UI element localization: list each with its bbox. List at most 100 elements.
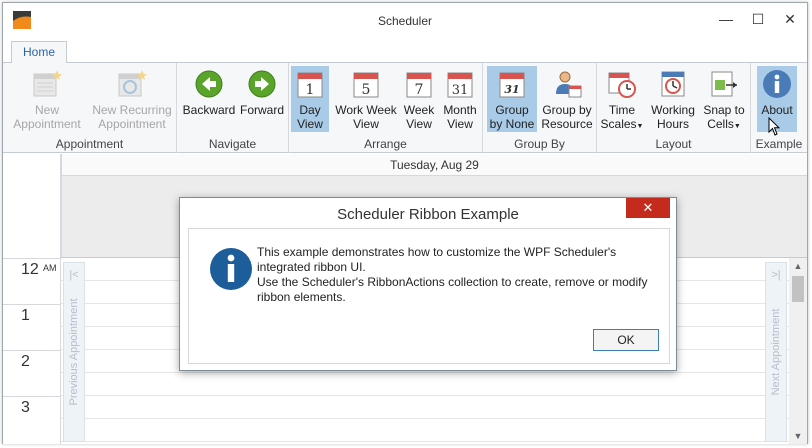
ribbon-group-layout: Time Scales▼ Working Hours Snap to Cells… <box>597 63 751 153</box>
day-view-button[interactable]: 1 Day View <box>291 66 329 132</box>
hour-label: 1 <box>3 304 61 350</box>
hour-number: 3 <box>21 399 30 416</box>
window-title: Scheduler <box>377 14 433 28</box>
group-label-navigate: Navigate <box>208 137 257 151</box>
maximize-button[interactable]: ☐ <box>743 7 773 31</box>
group-by-resource-icon <box>556 71 582 98</box>
scroll-up-icon[interactable]: ▲ <box>789 258 807 274</box>
month-view-label-2: View <box>447 117 473 131</box>
backward-button[interactable]: Backward <box>181 66 237 132</box>
title-bar: Scheduler — ☐ ✕ <box>3 3 807 39</box>
day-view-label-1: Day <box>299 103 321 117</box>
info-icon <box>763 70 791 98</box>
minimize-icon: — <box>719 11 733 27</box>
calendar-month-badge: 31 <box>452 83 469 98</box>
group-label-layout: Layout <box>655 137 692 151</box>
ribbon-group-group-by: 31 Group by None Group by Resource Group… <box>483 63 597 153</box>
dialog-close-button[interactable]: ✕ <box>626 198 670 218</box>
calendar-work-week-icon: 5 <box>353 72 379 98</box>
forward-arrow-icon <box>248 70 276 98</box>
hour-label: 2 <box>3 350 61 396</box>
working-hours-button[interactable]: Working Hours <box>647 66 699 132</box>
working-hours-label-2: Hours <box>656 117 689 131</box>
chevron-down-icon: ▼ <box>733 123 741 130</box>
mouse-cursor-icon <box>768 117 781 136</box>
week-view-label-1: Week <box>403 103 435 117</box>
hour-ampm: AM <box>43 263 57 273</box>
week-view-button[interactable]: 7 Week View <box>399 66 439 132</box>
hour-number: 12 <box>21 261 39 278</box>
hour-number: 2 <box>21 353 30 370</box>
group-by-none-button[interactable]: 31 Group by None <box>487 66 537 132</box>
new-appointment-label-1: New <box>34 103 59 117</box>
next-appointment-button[interactable]: >| Next Appointment <box>765 262 787 442</box>
new-appointment-icon <box>33 70 62 97</box>
working-hours-label-1: Working <box>651 103 695 117</box>
time-scales-label-2: Scales▼ <box>599 117 645 134</box>
work-week-view-label-1: Work Week <box>335 103 397 117</box>
chevron-down-icon: ▼ <box>636 123 644 130</box>
calendar-day-icon: 1 <box>297 72 323 98</box>
previous-appointment-label: Previous Appointment <box>68 298 80 406</box>
calendar-group-none-badge: 31 <box>504 83 519 96</box>
ribbon-group-navigate: Backward Forward Navigate <box>177 63 289 153</box>
next-appointment-label: Next Appointment <box>770 308 782 396</box>
time-scales-button[interactable]: Time Scales▼ <box>599 66 645 132</box>
week-view-label-2: View <box>406 117 432 131</box>
forward-button[interactable]: Forward <box>237 66 287 132</box>
snap-to-cells-label-2-text: Cells <box>707 117 734 131</box>
time-scales-label-2-text: Scales <box>600 117 637 131</box>
calendar-month-icon: 31 <box>447 72 473 98</box>
vertical-scrollbar[interactable]: ▲ ▼ <box>789 258 807 444</box>
snap-to-cells-label-1: Snap to <box>703 103 745 117</box>
work-week-view-button[interactable]: 5 Work Week View <box>333 66 399 132</box>
calendar-work-week-badge: 5 <box>362 82 371 98</box>
new-recurring-appointment-label-2: Appointment <box>98 117 166 131</box>
calendar-week-badge: 7 <box>415 82 424 98</box>
dialog-message: This example demonstrates how to customi… <box>257 245 657 305</box>
working-hours-icon <box>661 71 685 97</box>
hour-label: 3 <box>3 396 61 442</box>
minimize-button[interactable]: — <box>711 7 741 31</box>
group-by-none-label-2: by None <box>489 117 535 131</box>
time-scales-icon <box>608 72 636 98</box>
close-icon: ✕ <box>784 10 796 27</box>
calendar-week-icon: 7 <box>406 72 432 98</box>
ok-button[interactable]: OK <box>593 329 659 351</box>
scroll-down-icon[interactable]: ▼ <box>789 428 807 444</box>
backward-arrow-icon <box>195 70 223 98</box>
close-icon: ✕ <box>642 200 654 215</box>
month-view-button[interactable]: 31 Month View <box>439 66 481 132</box>
maximize-icon: ☐ <box>751 10 765 27</box>
hour-label: 12 AM <box>3 258 61 304</box>
message-dialog: Scheduler Ribbon Example ✕ This example … <box>179 197 677 371</box>
dialog-message-line: This example demonstrates how to customi… <box>257 245 617 259</box>
about-label: About <box>761 103 793 117</box>
group-label-group-by: Group By <box>514 137 565 151</box>
new-recurring-appointment-button[interactable]: New Recurring Appointment <box>89 66 175 132</box>
date-header[interactable]: Tuesday, Aug 29 <box>61 154 807 176</box>
new-recurring-appointment-icon <box>118 70 147 97</box>
tab-home[interactable]: Home <box>11 41 67 64</box>
close-button[interactable]: ✕ <box>775 7 805 31</box>
time-ruler: 12 AM 1 2 3 <box>3 258 61 444</box>
snap-to-cells-icon <box>711 71 737 97</box>
snap-to-cells-button[interactable]: Snap to Cells▼ <box>699 66 749 132</box>
dialog-body: This example demonstrates how to customi… <box>188 228 670 364</box>
corner-cell <box>3 154 61 258</box>
next-arrow-icon: >| <box>771 269 781 281</box>
new-appointment-button[interactable]: New Appointment <box>9 66 85 132</box>
dialog-message-line: ribbon elements. <box>257 290 346 304</box>
group-label-example: Example <box>755 137 803 151</box>
ribbon: New Appointment New Recurring Appointmen… <box>3 63 807 153</box>
previous-appointment-button[interactable]: |< Previous Appointment <box>63 262 85 442</box>
snap-to-cells-label-2: Cells▼ <box>699 117 749 134</box>
dialog-message-line: Use the Scheduler's RibbonActions collec… <box>257 275 648 289</box>
work-week-view-label-2: View <box>353 117 379 131</box>
dialog-title: Scheduler Ribbon Example <box>337 206 519 223</box>
group-label-arrange: Arrange <box>364 137 407 151</box>
new-recurring-appointment-label-1: New Recurring <box>92 103 172 117</box>
group-by-resource-button[interactable]: Group by Resource <box>539 66 595 132</box>
scroll-thumb[interactable] <box>792 276 804 302</box>
hour-number: 1 <box>21 307 30 324</box>
